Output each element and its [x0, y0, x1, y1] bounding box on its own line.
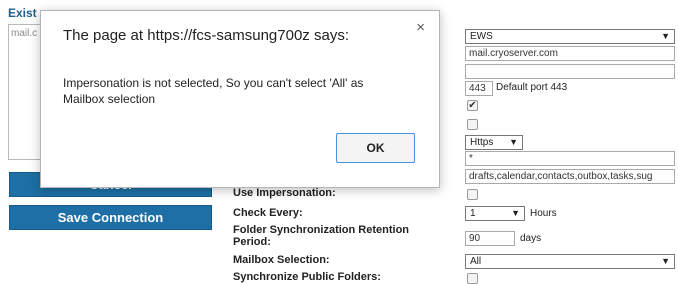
blank-field[interactable] [465, 64, 675, 79]
chevron-down-icon: ▼ [661, 256, 670, 266]
retention-label-line-2: Period: [233, 236, 271, 248]
dialog-message: Impersonation is not selected, So you ca… [63, 76, 364, 106]
save-connection-button[interactable]: Save Connection [9, 205, 212, 230]
chevron-down-icon: ▼ [509, 137, 518, 147]
protocol-select[interactable]: Https ▼ [465, 135, 523, 150]
option-checkbox-unchecked[interactable] [467, 119, 478, 130]
chevron-down-icon: ▼ [511, 208, 520, 218]
mailbox-selection-select[interactable]: All ▼ [465, 254, 675, 269]
server-address-field[interactable]: mail.cryoserver.com [465, 46, 675, 61]
retention-label-line-1: Folder Synchronization Retention [233, 224, 410, 236]
check-every-select[interactable]: 1 ▼ [465, 206, 525, 221]
use-impersonation-checkbox[interactable] [467, 189, 478, 200]
check-every-unit: Hours [530, 208, 557, 219]
check-every-label: Check Every: [233, 207, 303, 219]
star-field[interactable]: * [465, 151, 675, 166]
chevron-down-icon: ▼ [661, 31, 670, 41]
retention-unit: days [520, 233, 542, 244]
ok-button[interactable]: OK [336, 133, 415, 163]
port-note: Default port 443 [496, 82, 568, 93]
sync-public-folders-label: Synchronize Public Folders: [233, 271, 381, 283]
existing-connections-title: Exist [8, 6, 37, 20]
mailbox-selection-value: All [470, 256, 482, 267]
folders-field[interactable]: drafts,calendar,contacts,outbox,tasks,su… [465, 169, 675, 184]
protocol-value: Https [470, 137, 494, 148]
close-icon[interactable]: × [416, 19, 425, 36]
dialog-title: The page at https://fcs-samsung700z says… [63, 27, 349, 44]
alert-dialog: The page at https://fcs-samsung700z says… [40, 10, 440, 188]
sync-public-folders-checkbox[interactable] [467, 273, 478, 284]
port-field[interactable]: 443 [465, 81, 493, 96]
mailbox-selection-label: Mailbox Selection: [233, 254, 330, 266]
retention-field[interactable]: 90 [465, 231, 515, 246]
use-impersonation-label: Use Impersonation: [233, 187, 336, 199]
option-checkbox-checked[interactable]: ✔ [467, 100, 478, 111]
server-type-value: EWS [470, 31, 493, 42]
server-type-select[interactable]: EWS ▼ [465, 29, 675, 44]
check-every-value: 1 [470, 208, 476, 219]
